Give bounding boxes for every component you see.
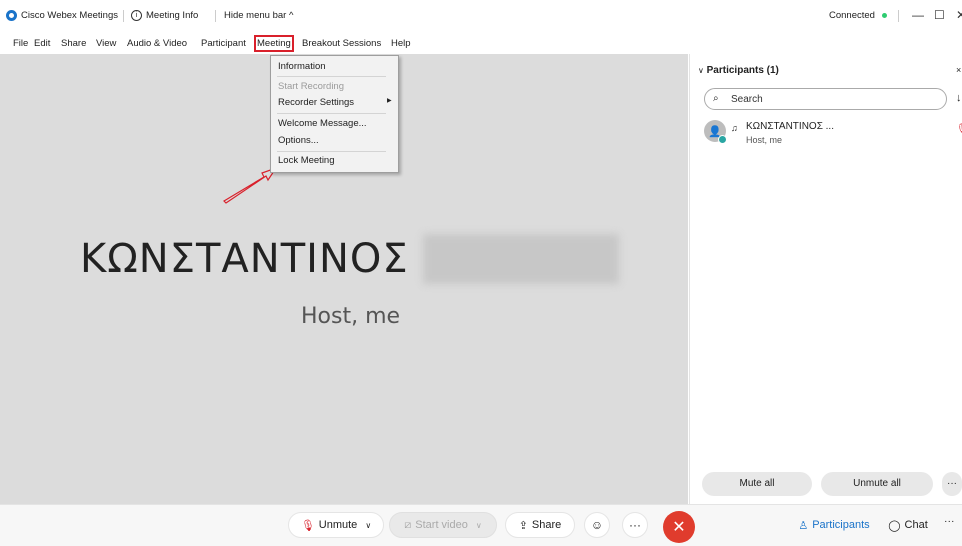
menu-participant[interactable]: Participant [201, 38, 246, 49]
search-placeholder: Search [731, 94, 763, 105]
panel-more-button[interactable]: ··· [942, 472, 962, 496]
title-bar: Cisco Webex Meetings i Meeting Info Hide… [0, 0, 962, 34]
hide-menu-bar-button[interactable]: Hide menu bar ^ [224, 10, 293, 21]
leave-meeting-button[interactable]: ✕ [663, 511, 695, 543]
divider [123, 10, 124, 22]
menu-item-options[interactable]: Options... [278, 135, 319, 146]
menu-item-lock-meeting[interactable]: Lock Meeting [278, 155, 335, 166]
menu-file[interactable]: File [13, 38, 28, 49]
menu-help[interactable]: Help [391, 38, 411, 49]
start-video-button[interactable]: ⧄ Start video ∨ [389, 512, 497, 538]
meeting-controls-bar: 🎙 Unmute ∨ ⧄ Start video ∨ ⇪ Share ☺ ···… [0, 504, 962, 546]
app-title: Cisco Webex Meetings [6, 10, 118, 21]
share-button[interactable]: ⇪ Share [505, 512, 575, 538]
overflow-menu-button[interactable]: ··· [944, 515, 955, 527]
menu-item-recorder-settings[interactable]: Recorder Settings [278, 97, 354, 108]
menu-meeting[interactable]: Meeting [254, 35, 294, 52]
menu-share[interactable]: Share [61, 38, 86, 49]
muted-mic-icon[interactable]: 🎙 [956, 124, 962, 135]
menu-audio-video[interactable]: Audio & Video [127, 38, 187, 49]
more-label: ··· [629, 518, 641, 532]
status-dot-icon [881, 13, 887, 18]
submenu-arrow-icon: ▶ [387, 98, 392, 104]
participant-list-item[interactable]: 👤 ♫ ΚΩΝΣΤΑΝΤΙΝΟΣ ... Host, me 🎙 [704, 118, 962, 150]
menu-bar: File Edit Share View Audio & Video Parti… [0, 34, 962, 54]
participants-label: Participants [812, 519, 870, 531]
connection-status: Connected [829, 10, 887, 21]
close-icon: ✕ [672, 519, 686, 536]
close-panel-icon[interactable]: × [956, 65, 961, 75]
participants-button[interactable]: ♙ Participants [789, 512, 879, 538]
unmute-all-button[interactable]: Unmute all [821, 472, 933, 496]
video-off-icon: ⧄ [404, 518, 412, 531]
menu-divider [277, 76, 386, 77]
chevron-down-icon: ∨ [475, 520, 482, 530]
blurred-surname [423, 234, 619, 284]
person-icon: ♙ [798, 519, 809, 532]
audio-connected-icon: ♫ [731, 123, 738, 133]
menu-item-welcome-message[interactable]: Welcome Message... [278, 118, 367, 129]
chevron-down-icon: ∨ [698, 66, 704, 75]
participant-role-large: Host, me [301, 304, 401, 329]
chat-icon: ◯ [888, 519, 901, 532]
participants-panel-header[interactable]: ∨ Participants (1) [698, 65, 779, 76]
participants-panel: ∨ Participants (1) × ⌕ Search ↓ 👤 ♫ ΚΩΝΣ… [689, 54, 962, 504]
sort-icon[interactable]: ↓ [956, 92, 962, 104]
unmute-button[interactable]: 🎙 Unmute ∨ [288, 512, 384, 538]
divider [898, 10, 899, 22]
unmute-label: Unmute [318, 519, 358, 531]
participant-search-input[interactable]: ⌕ Search [704, 88, 947, 110]
meeting-menu-dropdown: Information Start Recording Recorder Set… [270, 55, 399, 173]
share-label: Share [531, 519, 562, 531]
meeting-info-button[interactable]: i Meeting Info [131, 10, 198, 21]
participant-role: Host, me [746, 135, 783, 145]
participants-panel-title: Participants (1) [706, 65, 779, 76]
connection-status-label: Connected [829, 10, 875, 21]
menu-item-information[interactable]: Information [278, 61, 326, 72]
menu-divider [277, 151, 386, 152]
reactions-button[interactable]: ☺ [584, 512, 610, 538]
meeting-info-label: Meeting Info [146, 10, 199, 21]
chat-button[interactable]: ◯ Chat [882, 512, 934, 538]
menu-edit[interactable]: Edit [34, 38, 50, 49]
chevron-down-icon: ∨ [365, 520, 372, 530]
start-video-label: Start video [415, 519, 468, 531]
maximize-button[interactable]: ☐ [934, 8, 945, 22]
menu-item-start-recording[interactable]: Start Recording [278, 81, 344, 92]
muted-mic-icon: 🎙 [300, 519, 315, 532]
menu-divider [277, 113, 386, 114]
close-button[interactable]: ✕ [956, 8, 962, 22]
mute-all-button[interactable]: Mute all [702, 472, 812, 496]
menu-view[interactable]: View [96, 38, 116, 49]
app-name: Cisco Webex Meetings [21, 10, 118, 21]
emoji-icon: ☺ [590, 518, 604, 532]
participant-name: ΚΩΝΣΤΑΝΤΙΝΟΣ ... [746, 121, 834, 132]
webex-logo-icon [6, 10, 17, 21]
chat-label: Chat [904, 519, 928, 531]
minimize-button[interactable]: — [912, 8, 924, 22]
divider [215, 10, 216, 22]
hide-menu-bar-label: Hide menu bar ^ [224, 10, 294, 21]
menu-breakout-sessions[interactable]: Breakout Sessions [302, 38, 381, 49]
host-badge-icon [718, 135, 727, 144]
more-options-button[interactable]: ··· [622, 512, 648, 538]
share-icon: ⇪ [518, 519, 528, 532]
search-icon: ⌕ [713, 93, 719, 104]
info-icon: i [131, 10, 142, 21]
participant-name-large: ΚΩΝΣΤΑΝΤΙΝΟΣ [80, 236, 409, 282]
